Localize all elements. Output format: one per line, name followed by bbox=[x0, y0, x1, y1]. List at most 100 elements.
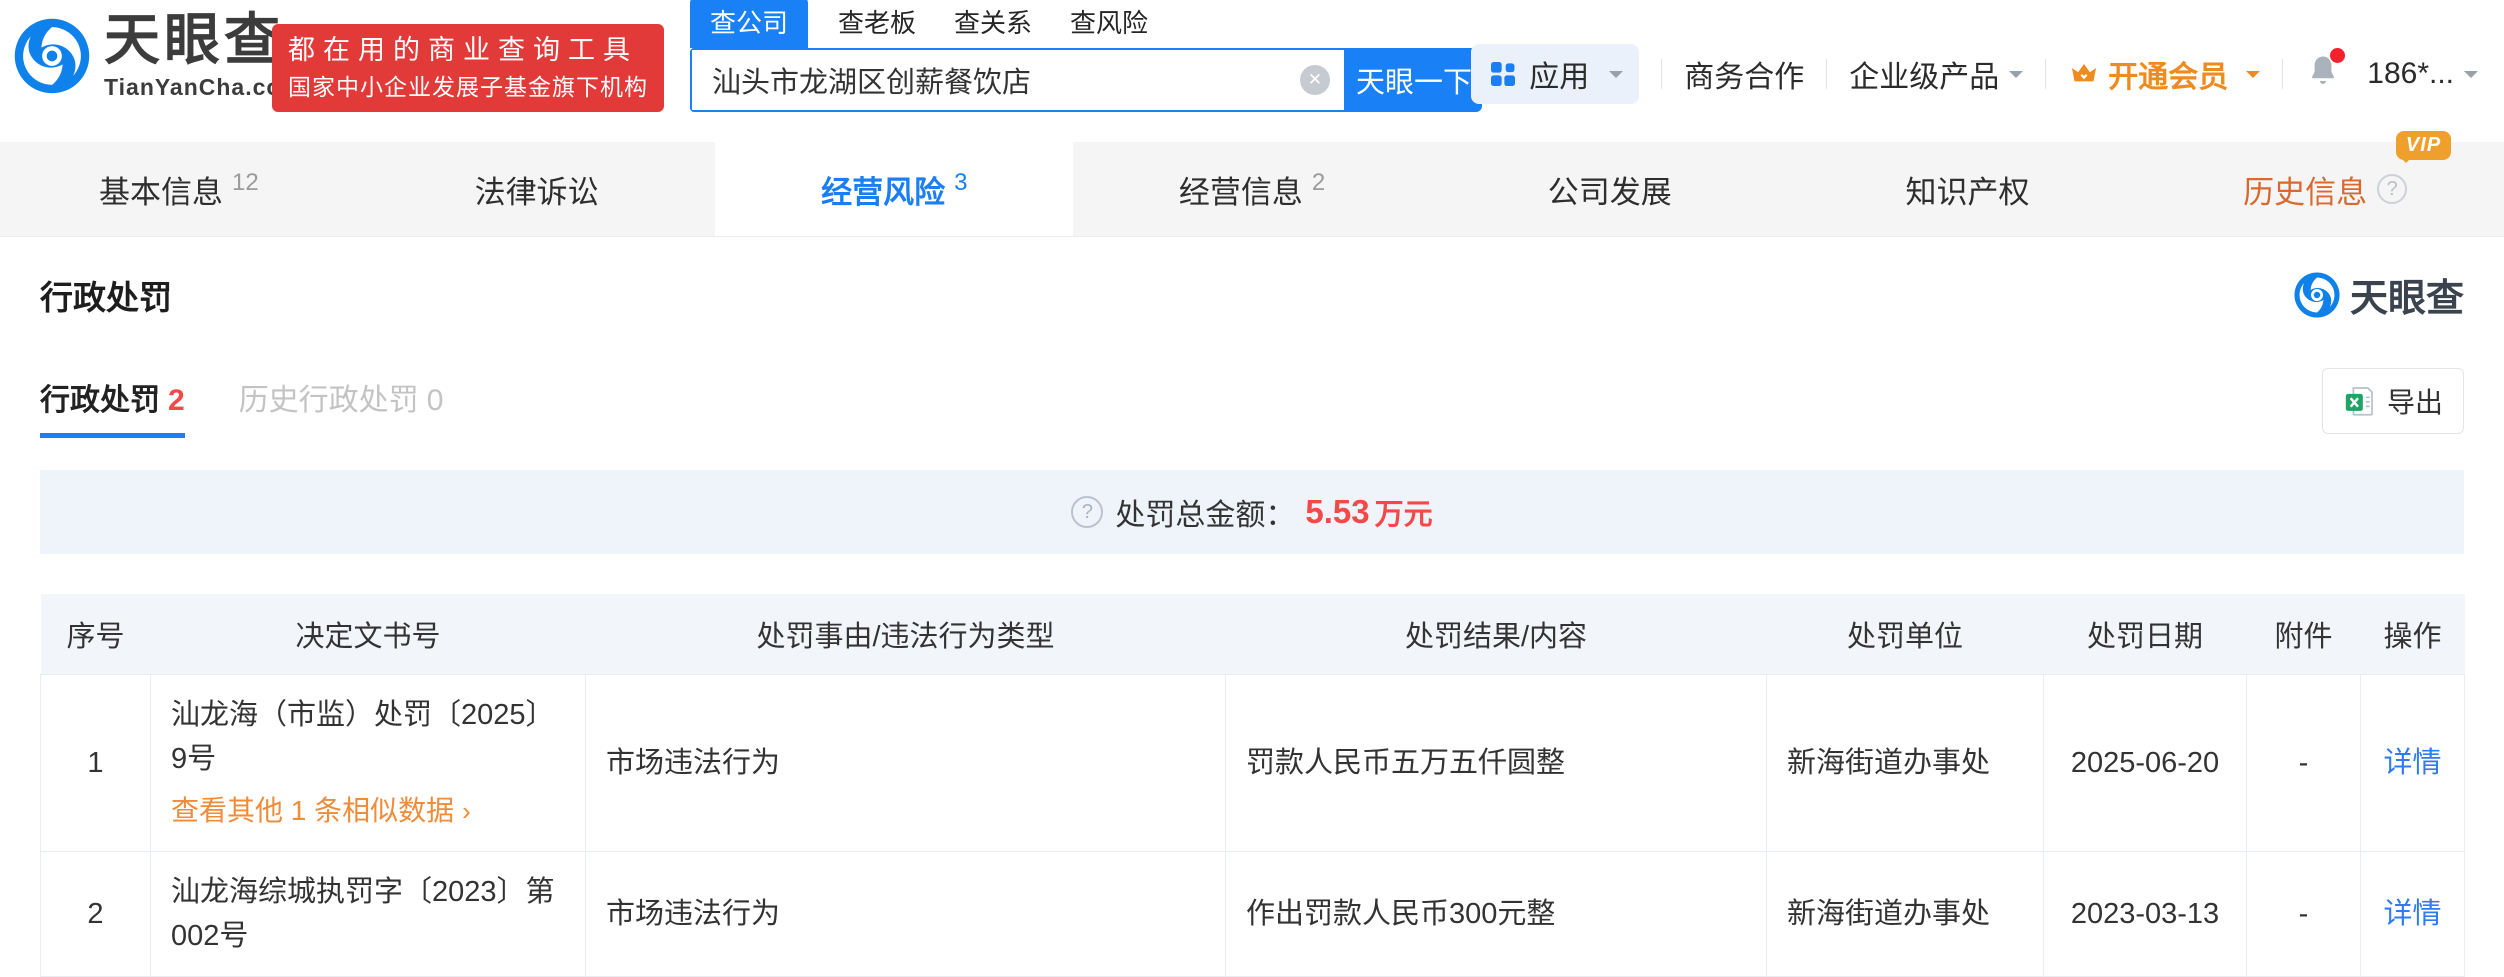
search-block: 查公司查老板查关系查风险 ✕ 天眼一下 bbox=[690, 6, 1482, 112]
column-header: 序号 bbox=[41, 594, 151, 674]
tianyancha-watermark: 天眼查 bbox=[2294, 267, 2464, 322]
nav-tab-wrap: 经营信息 2 bbox=[1179, 167, 1325, 212]
caret-down-icon bbox=[1609, 71, 1623, 85]
tianyancha-page: 天眼查 TianYanCha.com 都在用的商业查询工具 国家中小企业发展子基… bbox=[0, 0, 2504, 964]
column-header: 处罚事由/违法行为类型 bbox=[586, 594, 1226, 674]
search-row: ✕ 天眼一下 bbox=[690, 48, 1482, 112]
tianyancha-logo-icon bbox=[14, 18, 90, 94]
nav-tab-label: 公司发展 bbox=[1548, 167, 1672, 212]
nav-tab-wrap: 法律诉讼 bbox=[475, 167, 599, 212]
watermark-label: 天眼查 bbox=[2350, 267, 2464, 322]
nav-tab-operating-risk[interactable]: 经营风险3 bbox=[715, 142, 1073, 236]
detail-link[interactable]: 详情 bbox=[2383, 747, 2441, 779]
search-tab-company[interactable]: 查公司 bbox=[690, 0, 808, 48]
nav-tab-wrap: 公司发展 bbox=[1548, 167, 1672, 212]
cell-unit: 新海街道办事处 bbox=[1767, 674, 2044, 851]
question-circle-icon: ? bbox=[1071, 496, 1103, 528]
table-row: 2汕龙海综城执罚字〔2023〕第002号市场违法行为作出罚款人民币300元整新海… bbox=[41, 851, 2465, 976]
penalty-total-value: 5.53 bbox=[1305, 493, 1369, 531]
crown-icon bbox=[2068, 58, 2100, 90]
menu-divider bbox=[1661, 59, 1662, 89]
nav-tab-operating-info[interactable]: 经营信息 2 bbox=[1073, 142, 1431, 236]
enterprise-products-menu[interactable]: 企业级产品 bbox=[1849, 52, 2023, 96]
cell-no: 2 bbox=[41, 851, 151, 976]
search-button[interactable]: 天眼一下 bbox=[1346, 48, 1482, 112]
table-header-row: 序号决定文书号处罚事由/违法行为类型处罚结果/内容处罚单位处罚日期附件操作 bbox=[41, 594, 2465, 674]
similar-data-link[interactable]: 查看其他 1 条相似数据› bbox=[171, 789, 565, 833]
vip-label: 开通会员 bbox=[2108, 52, 2228, 96]
vip-menu[interactable]: 开通会员 bbox=[2068, 52, 2260, 96]
nav-tab-count: 2 bbox=[1312, 169, 1325, 197]
apps-label: 应用 bbox=[1529, 52, 1589, 96]
column-header: 处罚单位 bbox=[1767, 594, 2044, 674]
menu-divider bbox=[2045, 59, 2046, 89]
notification-bell[interactable] bbox=[2305, 52, 2341, 96]
nav-tab-count: 3 bbox=[954, 169, 967, 197]
column-header: 决定文书号 bbox=[151, 594, 586, 674]
cell-unit: 新海街道办事处 bbox=[1767, 851, 2044, 976]
cell-no: 1 bbox=[41, 674, 151, 851]
cell-date: 2025-06-20 bbox=[2044, 674, 2247, 851]
excel-icon bbox=[2343, 384, 2377, 418]
nav-tab-legal-litigation[interactable]: 法律诉讼 bbox=[358, 142, 716, 236]
nav-tab-label: 基本信息 bbox=[99, 167, 223, 212]
section-head: 行政处罚 天眼查 bbox=[0, 237, 2504, 322]
tianyancha-logo[interactable]: 天眼查 TianYanCha.com bbox=[14, 12, 303, 99]
nav-tab-company-development[interactable]: 公司发展 bbox=[1431, 142, 1789, 236]
doc-number: 汕龙海（市监）处罚〔2025〕9号 bbox=[171, 693, 565, 781]
nav-tab-wrap: 历史信息VIP? bbox=[2243, 167, 2407, 212]
nav-tab-history-info[interactable]: 历史信息VIP? bbox=[2146, 142, 2504, 236]
penalty-subtabs: 行政处罚2 历史行政处罚0 bbox=[40, 375, 497, 438]
cell-action: 详情 bbox=[2361, 674, 2465, 851]
vip-badge: VIP bbox=[2396, 131, 2451, 160]
column-header: 附件 bbox=[2247, 594, 2361, 674]
notification-dot bbox=[2330, 48, 2345, 63]
subtab-admin-penalty[interactable]: 行政处罚2 bbox=[40, 375, 185, 438]
business-coop-label: 商务合作 bbox=[1684, 52, 1804, 96]
business-coop-link[interactable]: 商务合作 bbox=[1684, 52, 1804, 96]
detail-link[interactable]: 详情 bbox=[2383, 898, 2441, 930]
cell-reason: 市场违法行为 bbox=[586, 674, 1226, 851]
nav-tab-basic-info[interactable]: 基本信息12 bbox=[0, 142, 358, 236]
search-tab-boss[interactable]: 查老板 bbox=[838, 0, 916, 48]
subtab-count: 0 bbox=[427, 384, 444, 418]
search-tab-risk[interactable]: 查风险 bbox=[1070, 0, 1148, 48]
penalty-total-banner: ? 处罚总金额： 5.53 万元 bbox=[40, 470, 2464, 554]
subtab-row: 行政处罚2 历史行政处罚0 导出 bbox=[0, 368, 2504, 444]
penalty-total-unit: 万元 bbox=[1375, 491, 1433, 533]
caret-down-icon bbox=[2464, 71, 2478, 85]
account-menu[interactable]: 186*... bbox=[2367, 57, 2478, 91]
subtab-label: 历史行政处罚 bbox=[239, 375, 419, 419]
clear-icon[interactable]: ✕ bbox=[1300, 65, 1330, 95]
subtab-count: 2 bbox=[168, 384, 185, 418]
cell-attachment: - bbox=[2247, 851, 2361, 976]
cell-result: 作出罚款人民币300元整 bbox=[1226, 851, 1767, 976]
cell-doc-no: 汕龙海综城执罚字〔2023〕第002号 bbox=[151, 851, 586, 976]
cell-reason: 市场违法行为 bbox=[586, 851, 1226, 976]
caret-down-icon bbox=[2246, 71, 2260, 85]
menu-divider bbox=[1826, 59, 1827, 89]
main-content: 行政处罚 天眼查 行政处罚2 历史行政处罚0 导出 ? 处罚总金额： 5.53 bbox=[0, 237, 2504, 977]
cell-result: 罚款人民币五万五仟圆整 bbox=[1226, 674, 1767, 851]
search-tabs: 查公司查老板查关系查风险 bbox=[690, 6, 1482, 48]
doc-number: 汕龙海综城执罚字〔2023〕第002号 bbox=[171, 870, 565, 958]
search-tab-relation[interactable]: 查关系 bbox=[954, 0, 1032, 48]
nav-tab-label: 法律诉讼 bbox=[475, 167, 599, 212]
nav-tab-intellectual-property[interactable]: 知识产权 bbox=[1789, 142, 2147, 236]
enterprise-products-label: 企业级产品 bbox=[1849, 52, 1999, 96]
nav-tab-label: 经营信息 bbox=[1179, 167, 1303, 212]
company-nav-tabs: 基本信息12 法律诉讼 经营风险3 经营信息 2 公司发展 知识产权 历史信息VIP? bbox=[0, 142, 2504, 237]
apps-menu[interactable]: 应用 bbox=[1471, 44, 1639, 104]
chevron-right-icon: › bbox=[462, 789, 471, 833]
nav-tab-label: 知识产权 bbox=[1905, 167, 2029, 212]
penalty-table: 序号决定文书号处罚事由/违法行为类型处罚结果/内容处罚单位处罚日期附件操作 1汕… bbox=[40, 594, 2465, 977]
search-input[interactable] bbox=[692, 50, 1344, 110]
promo-line-2: 国家中小企业发展子基金旗下机构 bbox=[288, 69, 648, 105]
export-button[interactable]: 导出 bbox=[2322, 368, 2464, 434]
top-header: 天眼查 TianYanCha.com 都在用的商业查询工具 国家中小企业发展子基… bbox=[0, 0, 2504, 142]
cell-doc-no: 汕龙海（市监）处罚〔2025〕9号查看其他 1 条相似数据› bbox=[151, 674, 586, 851]
column-header: 处罚日期 bbox=[2044, 594, 2247, 674]
table-row: 1汕龙海（市监）处罚〔2025〕9号查看其他 1 条相似数据›市场违法行为罚款人… bbox=[41, 674, 2465, 851]
subtab-history-admin-penalty[interactable]: 历史行政处罚0 bbox=[239, 375, 444, 438]
penalty-total-label: 处罚总金额： bbox=[1115, 490, 1295, 534]
